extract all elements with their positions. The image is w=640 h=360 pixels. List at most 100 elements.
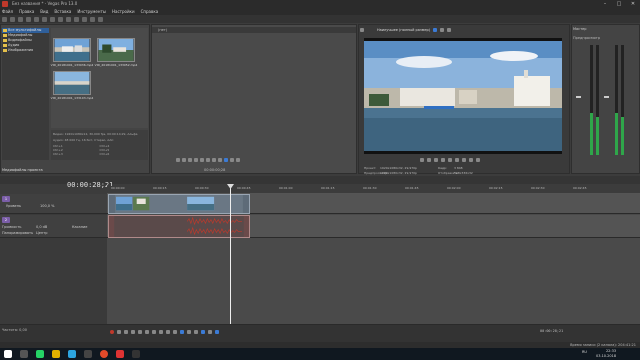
prev-frame-icon[interactable] — [469, 158, 473, 162]
set-out-icon[interactable] — [218, 158, 222, 162]
undo-icon[interactable] — [66, 16, 71, 22]
snapshot-icon[interactable] — [440, 28, 445, 32]
info-label: Отображать: — [438, 171, 459, 175]
paste-icon[interactable] — [58, 16, 63, 22]
timeline-playhead[interactable] — [230, 184, 231, 324]
volume-value[interactable]: 0,0 dB — [36, 225, 47, 229]
app-icon[interactable] — [132, 350, 140, 358]
stop-icon[interactable] — [448, 158, 452, 162]
track-number: 2 — [2, 217, 10, 223]
video-track-header[interactable]: 1 Уровень 100,0 % — [0, 194, 107, 214]
media-thumbnail[interactable] — [53, 38, 91, 62]
record-icon[interactable] — [420, 158, 424, 162]
minimize-button[interactable]: – — [600, 0, 610, 8]
properties-icon[interactable] — [26, 16, 31, 22]
envelope-tool-icon[interactable] — [187, 330, 191, 334]
add-to-timeline-icon[interactable] — [224, 158, 228, 162]
copy-snapshot-icon[interactable] — [447, 28, 452, 32]
menu-insert[interactable]: Вставка — [54, 9, 71, 14]
preview-quality-select[interactable]: Наилучшее (полный размер) — [377, 28, 430, 32]
yandex-icon[interactable] — [100, 350, 108, 358]
next-frame-icon[interactable] — [476, 158, 480, 162]
search-icon[interactable] — [20, 350, 28, 358]
next-frame-icon[interactable] — [173, 330, 177, 334]
go-to-start-icon[interactable] — [455, 158, 459, 162]
system-clock[interactable]: 22:33 03.10.2018 — [596, 349, 616, 359]
prev-frame-icon[interactable] — [166, 330, 170, 334]
menu-edit[interactable]: Правка — [19, 9, 34, 14]
help-icon[interactable] — [98, 16, 103, 22]
stop-icon[interactable] — [194, 158, 198, 162]
pan-value[interactable]: Центр — [36, 231, 47, 235]
selection-tool-icon[interactable] — [194, 330, 198, 334]
go-to-end-icon[interactable] — [159, 330, 163, 334]
snap-icon[interactable] — [201, 330, 205, 334]
go-to-start-icon[interactable] — [152, 330, 156, 334]
edit-tool-icon[interactable] — [82, 16, 87, 22]
close-button[interactable]: ✕ — [628, 0, 638, 8]
media-thumbnail[interactable] — [97, 38, 135, 62]
loop-icon[interactable] — [427, 158, 431, 162]
save-icon[interactable] — [18, 16, 23, 22]
new-project-icon[interactable] — [2, 16, 7, 22]
record-icon[interactable] — [110, 330, 114, 334]
play-icon[interactable] — [434, 158, 438, 162]
play-icon[interactable] — [182, 158, 186, 162]
trimmer-timecode: 00:00:00;28 — [204, 168, 226, 172]
tree-item-images[interactable]: Изображения — [2, 48, 49, 53]
loop-icon[interactable] — [176, 158, 180, 162]
audio-clip[interactable] — [108, 215, 250, 238]
play-icon[interactable] — [131, 330, 135, 334]
menu-options[interactable]: Настройки — [112, 9, 135, 14]
media-tree: Все мультифайлы Медиафайлы Видеофайлы Ау… — [2, 28, 49, 160]
play-from-start-icon[interactable] — [124, 330, 128, 334]
audio-track-header[interactable]: 2 Громкость 0,0 dB Касание Панорамироват… — [0, 215, 107, 238]
language-indicator[interactable]: RU — [582, 350, 587, 354]
track-level-value[interactable]: 100,0 % — [40, 204, 54, 208]
cut-icon[interactable] — [42, 16, 47, 22]
trim-icon[interactable] — [230, 158, 234, 162]
whatsapp-icon[interactable] — [36, 350, 44, 358]
redo-icon[interactable] — [74, 16, 79, 22]
auto-crossfade-icon[interactable] — [208, 330, 212, 334]
app-icon[interactable] — [84, 350, 92, 358]
ruler-tick: 00:01:45 — [405, 186, 419, 190]
go-to-end-icon[interactable] — [462, 158, 466, 162]
prev-frame-icon[interactable] — [200, 158, 204, 162]
menu-file[interactable]: Файл — [2, 9, 13, 14]
open-icon[interactable] — [10, 16, 15, 22]
shortcut-label: Ctrl+6 — [99, 152, 110, 156]
master-fader[interactable] — [576, 96, 581, 98]
copy-icon[interactable] — [50, 16, 55, 22]
render-icon[interactable] — [34, 16, 39, 22]
pause-icon[interactable] — [138, 330, 142, 334]
menu-view[interactable]: Вид — [40, 9, 48, 14]
vegas-taskbar-icon[interactable] — [116, 350, 124, 358]
tab-project-media[interactable]: Медиафайлы проекта — [2, 168, 43, 172]
ruler-tick: 00:02:00 — [447, 186, 461, 190]
set-in-icon[interactable] — [212, 158, 216, 162]
envelope-tool-icon[interactable] — [90, 16, 95, 22]
clock-date: 03.10.2018 — [596, 354, 617, 358]
pause-icon[interactable] — [188, 158, 192, 162]
snap-icon[interactable] — [236, 158, 240, 162]
stop-icon[interactable] — [145, 330, 149, 334]
edit-tool-icon[interactable] — [180, 330, 184, 334]
preview-settings-icon[interactable] — [360, 28, 364, 32]
menu-tools[interactable]: Инструменты — [77, 9, 106, 14]
explorer-icon[interactable] — [52, 350, 60, 358]
video-clip[interactable] — [108, 194, 250, 214]
maximize-button[interactable]: □ — [614, 0, 624, 8]
touch-mode[interactable]: Касание — [72, 225, 87, 229]
media-thumbnail[interactable] — [53, 71, 91, 95]
pause-icon[interactable] — [441, 158, 445, 162]
telegram-icon[interactable] — [68, 350, 76, 358]
loop-icon[interactable] — [117, 330, 121, 334]
master-fader[interactable] — [604, 96, 609, 98]
timeline-ruler[interactable]: 00:00:00 00:00:15 00:00:30 00:00:45 00:0… — [107, 186, 640, 194]
next-frame-icon[interactable] — [206, 158, 210, 162]
menu-help[interactable]: Справка — [141, 9, 159, 14]
start-icon[interactable] — [4, 350, 12, 358]
ripple-edit-icon[interactable] — [215, 330, 219, 334]
overlays-icon[interactable] — [433, 28, 438, 32]
